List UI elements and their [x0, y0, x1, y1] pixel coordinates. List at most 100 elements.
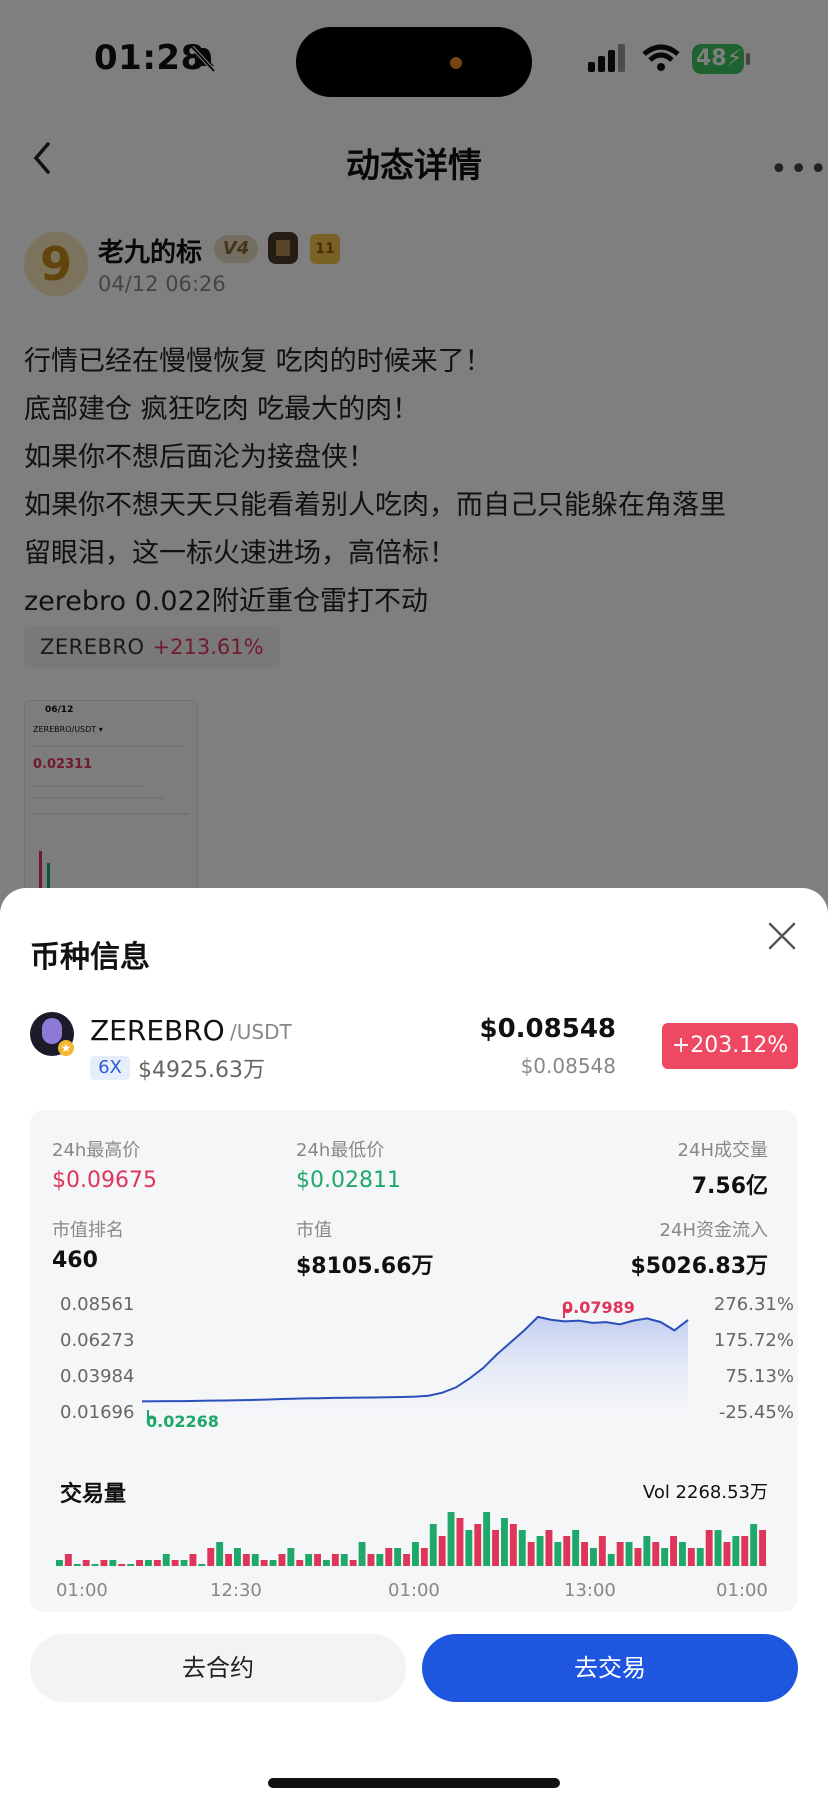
volume-chart: [56, 1512, 766, 1566]
volume-bar: [625, 1542, 633, 1566]
volume-bar: [616, 1542, 624, 1566]
market-stats-card: 24h最高价 $0.09675 24h最低价 $0.02811 24H成交量 7…: [30, 1110, 798, 1612]
coin-name: ZEREBRO: [90, 1014, 225, 1047]
low-marker-label: 0.02268: [146, 1412, 219, 1431]
stat-label: 24H成交量: [677, 1140, 768, 1161]
volume-bar: [91, 1564, 99, 1566]
coin-market-cap: $4925.63万: [138, 1058, 265, 1083]
volume-bar: [518, 1530, 526, 1566]
volume-bar: [385, 1548, 393, 1566]
volume-bar: [340, 1554, 348, 1566]
volume-bar: [723, 1542, 731, 1566]
stat-value: 7.56亿: [691, 1174, 768, 1199]
close-icon[interactable]: [766, 920, 798, 952]
x-tick: 01:00: [716, 1580, 768, 1601]
volume-bar: [180, 1560, 188, 1566]
volume-bar: [732, 1536, 740, 1566]
volume-bar: [260, 1560, 268, 1566]
volume-bar: [545, 1530, 553, 1566]
coin-price-sub: $0.08548: [520, 1054, 616, 1078]
volume-bar: [527, 1542, 535, 1566]
stat-label: 24H资金流入: [659, 1220, 768, 1241]
volume-bar: [367, 1554, 375, 1566]
x-tick: 12:30: [210, 1580, 262, 1601]
volume-bar: [251, 1554, 259, 1566]
volume-bar: [278, 1554, 286, 1566]
volume-bar: [127, 1564, 135, 1566]
home-indicator[interactable]: [268, 1778, 560, 1788]
volume-bar: [696, 1548, 704, 1566]
volume-bar: [349, 1560, 357, 1566]
volume-bar: [287, 1548, 295, 1566]
coin-info-sheet: 币种信息 ★ ZEREBRO /USDT 6X $4925.63万 $0.085…: [0, 888, 828, 1800]
volume-bar: [705, 1530, 713, 1566]
volume-bar: [305, 1554, 313, 1566]
volume-bar: [394, 1548, 402, 1566]
volume-bar: [412, 1542, 419, 1566]
volume-bar: [64, 1554, 72, 1566]
star-badge-icon: ★: [58, 1040, 74, 1056]
stat-label: 24h最低价: [296, 1140, 385, 1161]
price-change-badge: +203.12%: [662, 1023, 798, 1069]
volume-bar: [118, 1564, 126, 1566]
volume-bar: [189, 1554, 197, 1566]
stat-label: 市值排名: [52, 1220, 124, 1241]
volume-bar: [643, 1536, 651, 1566]
volume-bar: [501, 1518, 508, 1566]
volume-bar: [216, 1542, 224, 1566]
volume-bar: [759, 1530, 766, 1566]
sheet-title: 币种信息: [30, 940, 150, 975]
volume-bar: [750, 1524, 758, 1566]
x-tick: 01:00: [56, 1580, 108, 1601]
leverage-badge: 6X: [90, 1056, 130, 1080]
coin-price: $0.08548: [479, 1014, 616, 1044]
volume-bar: [447, 1512, 455, 1566]
price-chart[interactable]: [30, 1290, 798, 1460]
volume-bar: [429, 1524, 437, 1566]
volume-bar: [634, 1548, 642, 1566]
stat-24h-low: 24h最低价 $0.02811: [296, 1136, 401, 1193]
go-contract-button[interactable]: 去合约: [30, 1634, 406, 1702]
stat-value: 460: [52, 1248, 98, 1273]
volume-bar: [687, 1548, 695, 1566]
volume-bar: [572, 1530, 580, 1566]
stat-label: 24h最高价: [52, 1140, 141, 1161]
volume-bar: [56, 1560, 63, 1566]
stat-label: 市值: [296, 1220, 332, 1241]
volume-bar: [153, 1560, 161, 1566]
volume-bar: [536, 1536, 544, 1566]
volume-bar: [145, 1560, 152, 1566]
volume-bar: [269, 1560, 277, 1566]
go-trade-button[interactable]: 去交易: [422, 1634, 798, 1702]
volume-bar: [590, 1548, 597, 1566]
volume-bar: [563, 1536, 571, 1566]
volume-bar: [207, 1548, 215, 1566]
volume-bar: [234, 1548, 241, 1566]
volume-bar: [581, 1542, 588, 1566]
volume-bar: [358, 1542, 366, 1566]
volume-bar: [376, 1554, 384, 1566]
stat-market-rank: 市值排名 460: [52, 1216, 124, 1273]
stat-24h-inflow: 24H资金流入 $5026.83万: [570, 1216, 768, 1280]
volume-bar: [82, 1560, 90, 1566]
volume-bar: [331, 1554, 339, 1566]
volume-bar: [554, 1542, 562, 1566]
volume-bar: [296, 1560, 304, 1566]
stat-value: $8105.66万: [296, 1254, 434, 1279]
volume-bar: [136, 1560, 143, 1566]
volume-bar: [465, 1530, 473, 1566]
volume-bar: [438, 1536, 446, 1566]
volume-bar: [456, 1518, 464, 1566]
volume-bar: [403, 1554, 410, 1566]
stat-value: $0.09675: [52, 1168, 157, 1193]
volume-bar: [109, 1560, 117, 1566]
volume-bar: [661, 1548, 669, 1566]
volume-bar: [171, 1560, 179, 1566]
volume-bar: [492, 1530, 499, 1566]
stat-market-cap: 市值 $8105.66万: [296, 1216, 434, 1280]
volume-bar: [483, 1512, 491, 1566]
volume-bar: [652, 1542, 660, 1566]
x-tick: 13:00: [564, 1580, 616, 1601]
volume-bar: [670, 1536, 677, 1566]
volume-bar: [100, 1560, 108, 1566]
